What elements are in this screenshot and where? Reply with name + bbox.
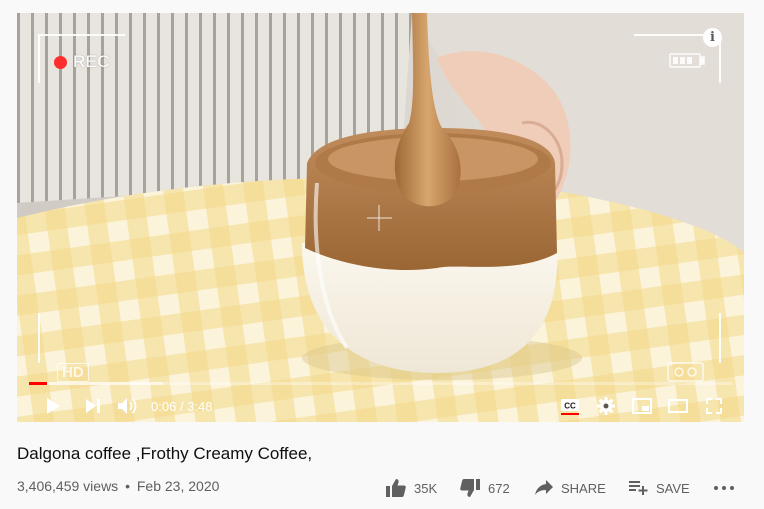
miniplayer-button[interactable] (630, 393, 654, 419)
meta-separator: • (125, 478, 130, 494)
time-display: 0:06 / 3:48 (151, 399, 212, 414)
play-icon (47, 398, 60, 414)
progress-loaded (29, 382, 163, 385)
dislike-button[interactable]: 672 (460, 476, 510, 500)
theater-icon (668, 399, 688, 413)
thumbs-up-icon (386, 479, 406, 497)
fullscreen-icon (706, 398, 722, 414)
player-controls: 0:06 / 3:48 CC (17, 389, 744, 422)
fullscreen-button[interactable] (702, 393, 726, 419)
settings-icon (597, 397, 615, 415)
more-actions-button[interactable] (712, 476, 736, 500)
progress-played (29, 382, 48, 385)
mute-button[interactable] (116, 393, 140, 419)
next-button[interactable] (81, 393, 105, 419)
save-button[interactable]: SAVE (629, 476, 690, 500)
dislike-count: 672 (488, 480, 510, 496)
add-to-playlist-icon (629, 481, 648, 495)
settings-button[interactable] (594, 393, 618, 419)
svg-text:CC: CC (564, 402, 576, 411)
view-count: 3,406,459 views (17, 478, 119, 494)
captions-icon: CC (561, 399, 579, 415)
play-button[interactable] (41, 393, 65, 419)
video-title: Dalgona coffee ,Frothy Creamy Coffee, (17, 444, 313, 463)
video-frame (17, 13, 744, 422)
video-meta: 3,406,459 views • Feb 23, 2020 (17, 478, 219, 494)
share-label: SHARE (561, 480, 606, 496)
share-button[interactable]: SHARE (535, 476, 606, 500)
save-label: SAVE (656, 480, 690, 496)
theater-mode-button[interactable] (666, 393, 690, 419)
next-icon (86, 399, 100, 413)
current-time: 0:06 (151, 399, 177, 414)
volume-icon (118, 398, 137, 414)
publish-date: Feb 23, 2020 (136, 478, 220, 494)
more-horizontal-icon (714, 486, 734, 490)
share-icon (535, 480, 553, 495)
duration: 3:48 (187, 399, 213, 414)
video-player[interactable]: REC HD i 0:06 / 3:48 CC (17, 13, 744, 422)
thumbs-down-icon (460, 479, 480, 497)
progress-bar[interactable] (29, 382, 732, 385)
like-count: 35K (414, 480, 438, 496)
captions-button[interactable]: CC (558, 393, 582, 419)
info-icon[interactable]: i (703, 28, 722, 47)
like-button[interactable]: 35K (386, 476, 437, 500)
watch-page: REC HD i 0:06 / 3:48 CC Dalgona coffee ,… (0, 0, 764, 509)
miniplayer-icon (632, 398, 652, 414)
